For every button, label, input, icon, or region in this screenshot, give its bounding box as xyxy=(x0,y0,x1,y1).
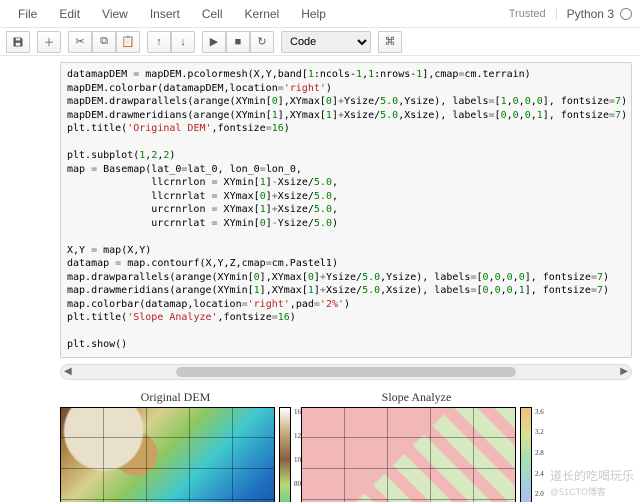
kernel-indicator[interactable]: Python 3 xyxy=(567,7,632,21)
menu-edit[interactable]: Edit xyxy=(49,3,90,25)
cut-button[interactable]: ✂ xyxy=(68,31,92,53)
paste-button[interactable]: 📋 xyxy=(116,31,140,53)
run-button[interactable]: ▶ xyxy=(202,31,226,53)
toolbar: ＋ ✂ ⧉ 📋 ↑ ↓ ▶ ■ ↻ Code ⌘ xyxy=(0,28,640,56)
colorbar-slope: 3.63.22.82.42.01.61.20.8 xyxy=(520,407,532,502)
kernel-name: Python 3 xyxy=(567,7,614,21)
menu-view[interactable]: View xyxy=(92,3,138,25)
stop-button[interactable]: ■ xyxy=(226,31,250,53)
code-cell[interactable]: datamapDEM = mapDEM.pcolormesh(X,Y,band[… xyxy=(8,62,632,358)
kernel-status-icon xyxy=(620,8,632,20)
code-editor[interactable]: datamapDEM = mapDEM.pcolormesh(X,Y,band[… xyxy=(60,62,632,358)
output-area: ◀ ▶ Original DEM 16001200100080060040020… xyxy=(60,364,632,502)
menu-cell[interactable]: Cell xyxy=(192,3,233,25)
plot-title: Slope Analyze xyxy=(301,390,532,405)
restart-button[interactable]: ↻ xyxy=(250,31,274,53)
menu-help[interactable]: Help xyxy=(291,3,336,25)
slope-map xyxy=(301,407,516,502)
menu-kernel[interactable]: Kernel xyxy=(235,3,290,25)
scrollbar-thumb[interactable] xyxy=(176,367,516,377)
notebook-area[interactable]: datamapDEM = mapDEM.pcolormesh(X,Y,band[… xyxy=(0,56,640,502)
add-cell-button[interactable]: ＋ xyxy=(37,31,61,53)
colorbar-terrain: 160012001000800600400200 xyxy=(279,407,291,502)
menu-insert[interactable]: Insert xyxy=(140,3,190,25)
command-palette-button[interactable]: ⌘ xyxy=(378,31,402,53)
move-down-button[interactable]: ↓ xyxy=(171,31,195,53)
horizontal-scrollbar[interactable]: ◀ ▶ xyxy=(60,364,632,380)
plot-title: Original DEM xyxy=(60,390,291,405)
dem-map xyxy=(60,407,275,502)
copy-button[interactable]: ⧉ xyxy=(92,31,116,53)
plot-original-dem: Original DEM 160012001000800600400200 xyxy=(60,390,291,502)
celltype-select[interactable]: Code xyxy=(281,31,371,53)
menubar: File Edit View Insert Cell Kernel Help T… xyxy=(0,0,640,28)
menu-file[interactable]: File xyxy=(8,3,47,25)
plot-slope-analyze: Slope Analyze 3.63.22.82.42.01.61.20.8 xyxy=(301,390,532,502)
move-up-button[interactable]: ↑ xyxy=(147,31,171,53)
scroll-right-icon[interactable]: ▶ xyxy=(620,366,628,377)
trusted-indicator[interactable]: Trusted xyxy=(509,8,557,20)
scroll-left-icon[interactable]: ◀ xyxy=(64,366,72,377)
save-button[interactable] xyxy=(6,31,30,53)
input-prompt xyxy=(8,62,60,358)
